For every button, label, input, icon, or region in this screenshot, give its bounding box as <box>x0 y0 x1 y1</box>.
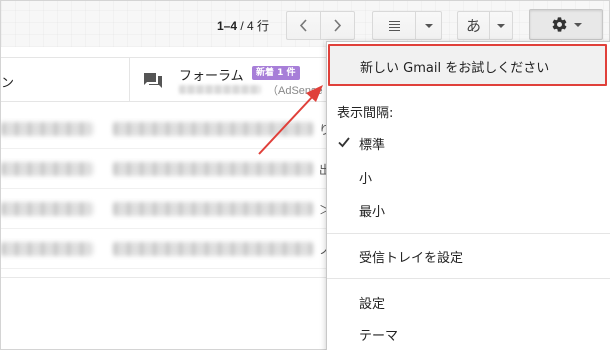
new-count-badge: 新着 1 件 <box>252 66 300 80</box>
blurred-sender <box>1 122 93 136</box>
blurred-sender <box>1 202 93 216</box>
tab-partial-label[interactable]: ン <box>1 72 14 91</box>
older-button[interactable] <box>320 11 355 40</box>
blurred-sender <box>1 162 93 176</box>
settings-gear-button[interactable] <box>529 9 603 40</box>
themes-item[interactable]: テーマ <box>327 319 610 349</box>
try-new-gmail-item[interactable]: 新しい Gmail をお試しください <box>328 44 607 86</box>
forum-icon <box>144 73 162 88</box>
chevron-right-icon <box>334 19 342 32</box>
check-icon <box>338 137 350 148</box>
density-option-default[interactable]: 標準 <box>327 128 610 158</box>
blurred-sender <box>179 85 261 94</box>
tab-forums-snippet: （AdSense <box>267 85 323 97</box>
count-total: / 4 行 <box>240 19 270 33</box>
density-option-comfortable[interactable]: 小 <box>327 162 610 192</box>
caret-down-icon <box>573 22 582 27</box>
settings-menu: 新しい Gmail をお試しください 表示間隔: 標準 小 最小 受信トレイを設… <box>326 41 610 350</box>
caret-down-icon <box>424 23 433 28</box>
input-tools-button[interactable]: あ <box>457 11 489 40</box>
density-option-label: 標準 <box>359 137 386 153</box>
caret-down-icon <box>497 23 505 28</box>
configure-inbox-item[interactable]: 受信トレイを設定 <box>327 241 610 271</box>
density-dropdown-button[interactable] <box>415 11 442 40</box>
density-icon <box>388 20 400 31</box>
count-range: 1–4 <box>217 19 238 33</box>
density-button[interactable] <box>372 11 415 40</box>
blurred-subject <box>113 122 313 136</box>
gear-icon <box>552 17 566 32</box>
ime-label: あ <box>465 17 481 35</box>
blurred-subject <box>113 202 313 216</box>
pagination-count: 1–4 / 4 行 <box>217 17 269 34</box>
blurred-subject <box>113 242 313 256</box>
tab-divider <box>129 58 130 102</box>
input-tools-dropdown[interactable] <box>489 11 513 40</box>
menu-separator <box>327 278 610 279</box>
settings-item[interactable]: 設定 <box>327 287 610 317</box>
density-option-label: 最小 <box>359 204 386 220</box>
density-option-compact[interactable]: 最小 <box>327 195 610 225</box>
configure-inbox-label: 受信トレイを設定 <box>359 250 464 266</box>
themes-label: テーマ <box>359 328 399 344</box>
blurred-subject <box>113 162 313 176</box>
chevron-left-icon <box>299 19 307 32</box>
try-new-gmail-label: 新しい Gmail をお試しください <box>360 61 550 76</box>
tab-forums-label[interactable]: フォーラム <box>179 65 244 84</box>
settings-label: 設定 <box>359 296 386 312</box>
menu-separator <box>327 233 610 234</box>
density-option-label: 小 <box>359 171 373 187</box>
blurred-sender <box>1 242 93 256</box>
density-header: 表示間隔: <box>337 106 394 121</box>
newer-button[interactable] <box>286 11 320 40</box>
